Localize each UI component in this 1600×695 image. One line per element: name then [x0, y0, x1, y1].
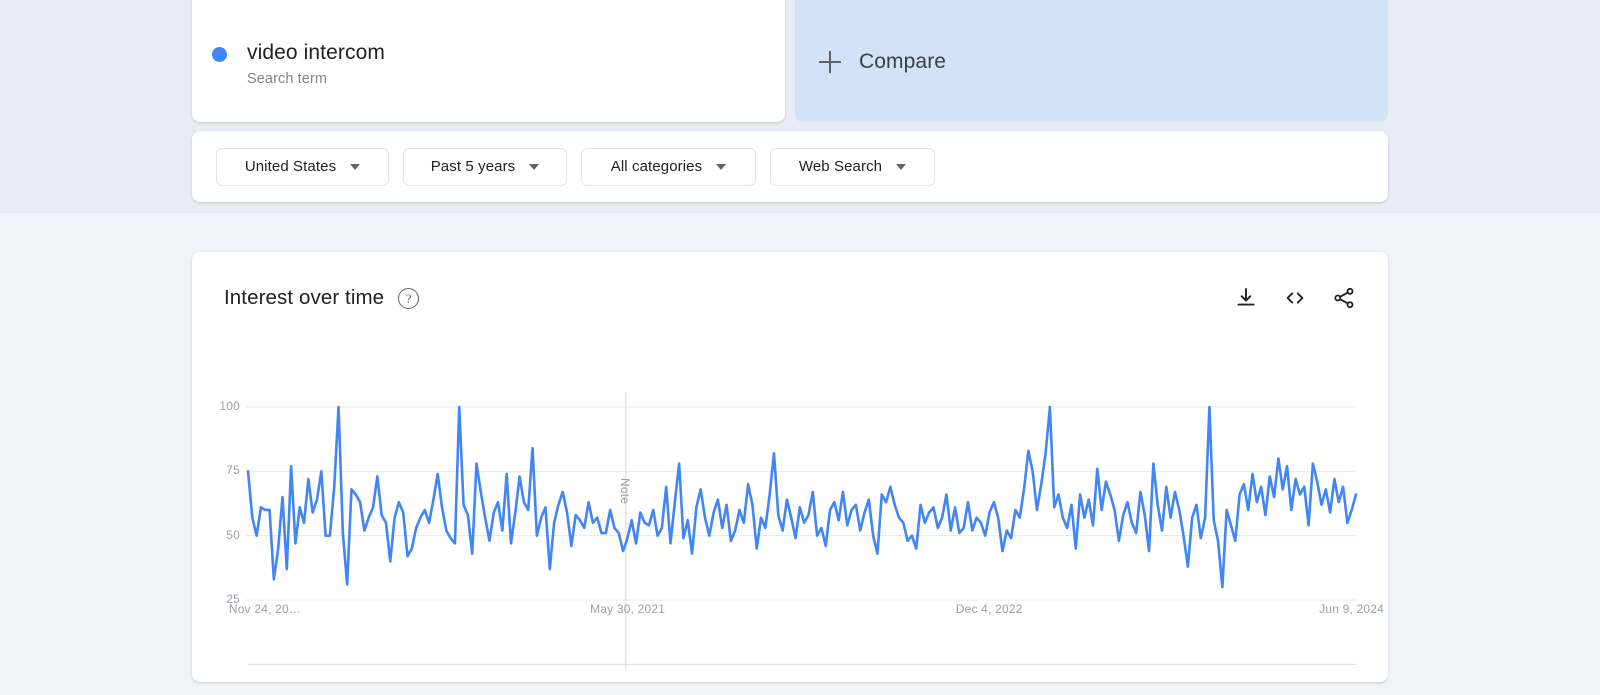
filter-category[interactable]: All categories	[581, 147, 756, 186]
filter-bar: United States Past 5 years All categorie…	[192, 131, 1388, 202]
compare-label: Compare	[859, 50, 947, 73]
series-color-dot	[212, 46, 227, 62]
chart-header: Interest over time ?	[224, 280, 1356, 316]
help-circle-icon[interactable]: ?	[398, 287, 420, 309]
interest-over-time-card: Interest over time ? Note 100 75 50 25 N…	[192, 252, 1388, 682]
filter-time-range[interactable]: Past 5 years	[403, 147, 567, 186]
search-term-label: video intercom	[247, 40, 385, 64]
chevron-down-icon	[350, 163, 361, 170]
filter-category-label: All categories	[610, 158, 703, 175]
chart-plot-area: Note 100 75 50 25 Nov 24, 20… May 30, 2021 Dec…	[192, 252, 1388, 682]
filter-location[interactable]: United States	[216, 147, 389, 186]
search-term-card[interactable]: video intercom Search term	[192, 0, 785, 122]
compare-card[interactable]: Compare	[795, 0, 1388, 122]
plus-icon	[819, 51, 841, 73]
x-axis-tick: Nov 24, 20…	[228, 602, 302, 616]
x-axis-tick: May 30, 2021	[590, 602, 666, 616]
search-term-type: Search term	[247, 70, 328, 87]
x-axis-tick: Jun 9, 2024	[1319, 602, 1385, 616]
chevron-down-icon	[716, 163, 727, 170]
filter-search-type[interactable]: Web Search	[770, 147, 935, 186]
download-icon[interactable]	[1234, 286, 1258, 310]
y-axis-tick: 100	[219, 399, 240, 413]
chart-svg	[246, 392, 1358, 670]
filter-search-type-label: Web Search	[798, 158, 883, 175]
y-axis-tick: 50	[226, 527, 240, 542]
x-axis-tick: Dec 4, 2022	[955, 602, 1023, 616]
embed-code-icon[interactable]	[1283, 286, 1307, 310]
chevron-down-icon	[896, 163, 907, 170]
query-cards-row: video intercom Search term Compare	[192, 0, 1388, 122]
chart-annotation-note: Note	[617, 478, 632, 505]
filter-time-range-label: Past 5 years	[430, 158, 516, 175]
y-axis-tick: 75	[226, 463, 240, 478]
chart-title: Interest over time	[224, 286, 385, 309]
chart-actions	[1234, 286, 1356, 310]
chevron-down-icon	[529, 163, 540, 170]
y-axis-tick: 25	[226, 592, 240, 606]
filter-location-label: United States	[244, 158, 337, 175]
share-icon[interactable]	[1332, 286, 1356, 310]
